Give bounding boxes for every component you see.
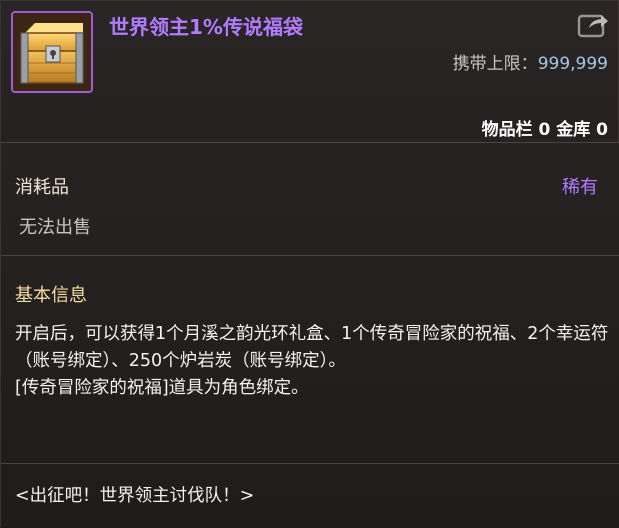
tooltip-header: 世界领主1%传说福袋 携带上限：999,999 物品栏 0 金库 0 <box>1 1 619 141</box>
item-type: 消耗品 <box>15 177 69 198</box>
item-name: 世界领主1%传说福袋 <box>109 15 303 39</box>
tooltip-body: 消耗品 稀有 无法出售 基本信息 开启后，可以获得1个月溪之韵光环礼盒、1个传奇… <box>1 143 619 528</box>
flavor-text: <出征吧！世界领主讨伐队！> <box>15 486 255 506</box>
treasure-chest-icon <box>11 11 93 93</box>
item-tooltip: 世界领主1%传说福袋 携带上限：999,999 物品栏 0 金库 0 消耗品 稀… <box>0 0 619 528</box>
share-icon <box>577 14 608 38</box>
share-button[interactable] <box>577 10 609 38</box>
flavor-divider <box>1 463 619 464</box>
description-line: [传奇冒险家的祝福]道具为角色绑定。 <box>15 378 309 398</box>
carry-limit-label: 携带上限： <box>452 54 538 74</box>
description-line: 开启后，可以获得1个月溪之韵光环礼盒、1个传奇冒险家的祝福、2个幸运符（账号绑定… <box>15 324 609 371</box>
carry-limit-value: 999,999 <box>537 54 608 74</box>
sell-status: 无法出售 <box>19 217 91 238</box>
carry-limit: 携带上限：999,999 <box>453 49 608 74</box>
storage-count: 物品栏 0 金库 0 <box>481 120 608 140</box>
item-description: 开启后，可以获得1个月溪之韵光环礼盒、1个传奇冒险家的祝福、2个幸运符（账号绑定… <box>15 321 615 402</box>
section-divider <box>1 255 619 256</box>
item-rarity: 稀有 <box>562 177 598 198</box>
basic-info-title: 基本信息 <box>15 285 87 306</box>
